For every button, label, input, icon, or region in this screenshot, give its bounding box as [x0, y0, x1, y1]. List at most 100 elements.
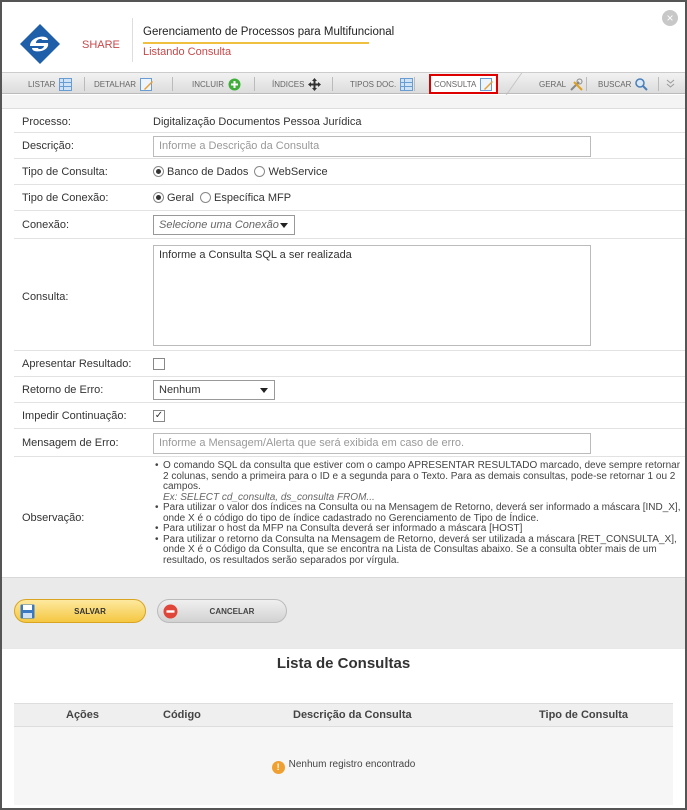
row-consulta: Consulta: Informe a Consulta SQL a ser r…	[14, 239, 685, 351]
tipo-consulta-label: Tipo de Consulta:	[22, 166, 108, 178]
tab-buscar[interactable]: BUSCAR	[598, 75, 649, 93]
impedir-continuacao-label: Impedir Continuação:	[22, 410, 127, 422]
tab-bar: LISTAR DETALHAR INCLUIR ÍNDICES TIPOS DO…	[2, 72, 685, 95]
apresentar-resultado-label: Apresentar Resultado:	[22, 358, 132, 370]
radio-especifica-mfp[interactable]	[200, 192, 212, 203]
radio-geral-label: Geral	[167, 192, 194, 204]
warning-icon: !	[271, 761, 285, 774]
tab-separator	[332, 77, 333, 91]
empty-state: ! Nenhum registro encontrado	[14, 759, 673, 774]
tab-label: INCLUIR	[192, 79, 225, 89]
header-divider	[132, 18, 133, 62]
apresentar-resultado-checkbox[interactable]	[153, 358, 165, 370]
add-circle-icon	[228, 78, 241, 90]
cancel-button[interactable]: CANCELAR	[157, 599, 287, 623]
brand-name: SHARE	[82, 39, 120, 51]
tipo-conexao-label: Tipo de Conexão:	[22, 192, 109, 204]
tools-icon	[570, 78, 583, 91]
tab-separator	[586, 77, 587, 91]
radio-banco-dados-label: Banco de Dados	[167, 166, 249, 178]
descricao-label: Descrição:	[22, 140, 74, 152]
window-frame: SHARE Gerenciamento de Processos para Mu…	[0, 0, 687, 810]
row-tipo-conexao: Tipo de Conexão: Geral Específica MFP	[14, 185, 685, 211]
grid-header: Ações Código Descrição da Consulta Tipo …	[14, 703, 673, 727]
retorno-erro-select-value: Nenhum	[159, 384, 201, 396]
title-underline	[143, 42, 369, 44]
tab-separator	[254, 77, 255, 91]
row-conexao: Conexão: Selecione uma Conexão	[14, 211, 685, 239]
radio-geral[interactable]	[153, 192, 164, 203]
tab-geral[interactable]: GERAL	[539, 75, 583, 93]
observacao-item: Para utilizar o retorno da Consulta na M…	[153, 533, 683, 567]
save-button-label: SALVAR	[74, 606, 106, 616]
tab-label: BUSCAR	[598, 79, 632, 89]
toolbar-strip	[2, 95, 685, 109]
observacao-list: O comando SQL da consulta que estiver co…	[153, 460, 683, 567]
conexao-label: Conexão:	[22, 219, 70, 231]
tipo-consulta-radio-group: Banco de Dados WebService	[153, 166, 328, 178]
tipo-conexao-radio-group: Geral Específica MFP	[153, 192, 291, 204]
mensagem-erro-input[interactable]: Informe a Mensagem/Alerta que será exibi…	[153, 433, 591, 454]
observacao-text: Para utilizar o host da MFP na Consulta …	[163, 523, 523, 534]
row-descricao: Descrição: Informe a Descrição da Consul…	[14, 133, 685, 159]
observacao-item: O comando SQL da consulta que estiver co…	[153, 460, 683, 503]
column-tipo-consulta[interactable]: Tipo de Consulta	[539, 709, 628, 721]
radio-webservice[interactable]	[254, 166, 266, 177]
column-codigo[interactable]: Código	[163, 709, 201, 721]
row-tipo-consulta: Tipo de Consulta: Banco de Dados WebServ…	[14, 159, 685, 185]
processo-label: Processo:	[22, 116, 71, 128]
cancel-button-label: CANCELAR	[209, 606, 255, 616]
mensagem-erro-label: Mensagem de Erro:	[22, 437, 119, 449]
column-acoes[interactable]: Ações	[66, 709, 99, 721]
row-processo: Processo: Digitalização Documentos Pesso…	[14, 111, 685, 133]
tab-detalhar[interactable]: DETALHAR	[94, 75, 154, 93]
tab-tipos-doc[interactable]: TIPOS DOC.	[350, 75, 414, 93]
observacao-text: O comando SQL da consulta que estiver co…	[163, 460, 681, 492]
empty-message: Nenhum registro encontrado	[288, 759, 416, 770]
search-icon	[635, 77, 649, 91]
app-header: SHARE Gerenciamento de Processos para Mu…	[2, 2, 685, 70]
observacao-item: Para utilizar o valor dos índices na Con…	[153, 502, 683, 524]
chevron-down-icon[interactable]	[666, 79, 675, 88]
tab-separator	[414, 77, 415, 91]
consulta-textarea[interactable]: Informe a Consulta SQL a ser realizada	[153, 245, 591, 346]
observacao-text: Para utilizar o retorno da Consulta na M…	[163, 533, 677, 566]
tab-label: TIPOS DOC.	[350, 79, 397, 89]
tab-label: DETALHAR	[94, 79, 137, 89]
radio-webservice-label: WebService	[268, 166, 328, 178]
observacao-example: Ex: SELECT cd_consulta, ds_consulta FROM…	[163, 491, 375, 503]
edit-icon	[480, 77, 494, 91]
tab-incluir[interactable]: INCLUIR	[192, 75, 241, 93]
tab-consulta[interactable]: CONSULTA	[429, 74, 499, 94]
impedir-continuacao-checkbox[interactable]: ✓	[153, 410, 165, 422]
grid-body: ! Nenhum registro encontrado	[14, 727, 673, 805]
row-impedir-continuacao: Impedir Continuação: ✓	[14, 403, 685, 429]
list-title: Lista de Consultas	[276, 655, 411, 672]
save-button[interactable]: SALVAR	[14, 599, 146, 623]
action-bar: SALVAR CANCELAR	[2, 577, 685, 649]
retorno-erro-select[interactable]: Nenhum	[153, 380, 275, 400]
tab-label: CONSULTA	[434, 79, 477, 89]
tab-separator	[84, 77, 85, 91]
conexao-select-value: Selecione uma Conexão	[159, 219, 279, 231]
tab-listar[interactable]: LISTAR	[28, 75, 73, 93]
grid-icon	[400, 77, 414, 91]
radio-banco-dados[interactable]	[153, 166, 164, 177]
page-title: Gerenciamento de Processos para Multifun…	[143, 26, 395, 38]
retorno-erro-label: Retorno de Erro:	[22, 384, 104, 396]
consulta-label: Consulta:	[22, 291, 69, 303]
row-retorno-erro: Retorno de Erro: Nenhum	[14, 377, 685, 403]
descricao-input[interactable]: Informe a Descrição da Consulta	[153, 136, 591, 157]
move-arrows-icon	[308, 77, 322, 91]
grid-icon	[59, 77, 73, 91]
close-icon[interactable]: ×	[662, 10, 678, 26]
column-descricao[interactable]: Descrição da Consulta	[293, 709, 412, 721]
conexao-select[interactable]: Selecione uma Conexão	[153, 215, 295, 235]
row-observacao: Observação: O comando SQL da consulta qu…	[14, 457, 685, 577]
dropdown-arrow-icon	[260, 388, 268, 393]
dropdown-arrow-icon	[280, 223, 288, 228]
row-mensagem-erro: Mensagem de Erro: Informe a Mensagem/Ale…	[14, 429, 685, 457]
radio-especifica-mfp-label: Específica MFP	[214, 192, 292, 204]
tab-separator	[658, 77, 659, 91]
tab-indices[interactable]: ÍNDICES	[272, 75, 322, 93]
